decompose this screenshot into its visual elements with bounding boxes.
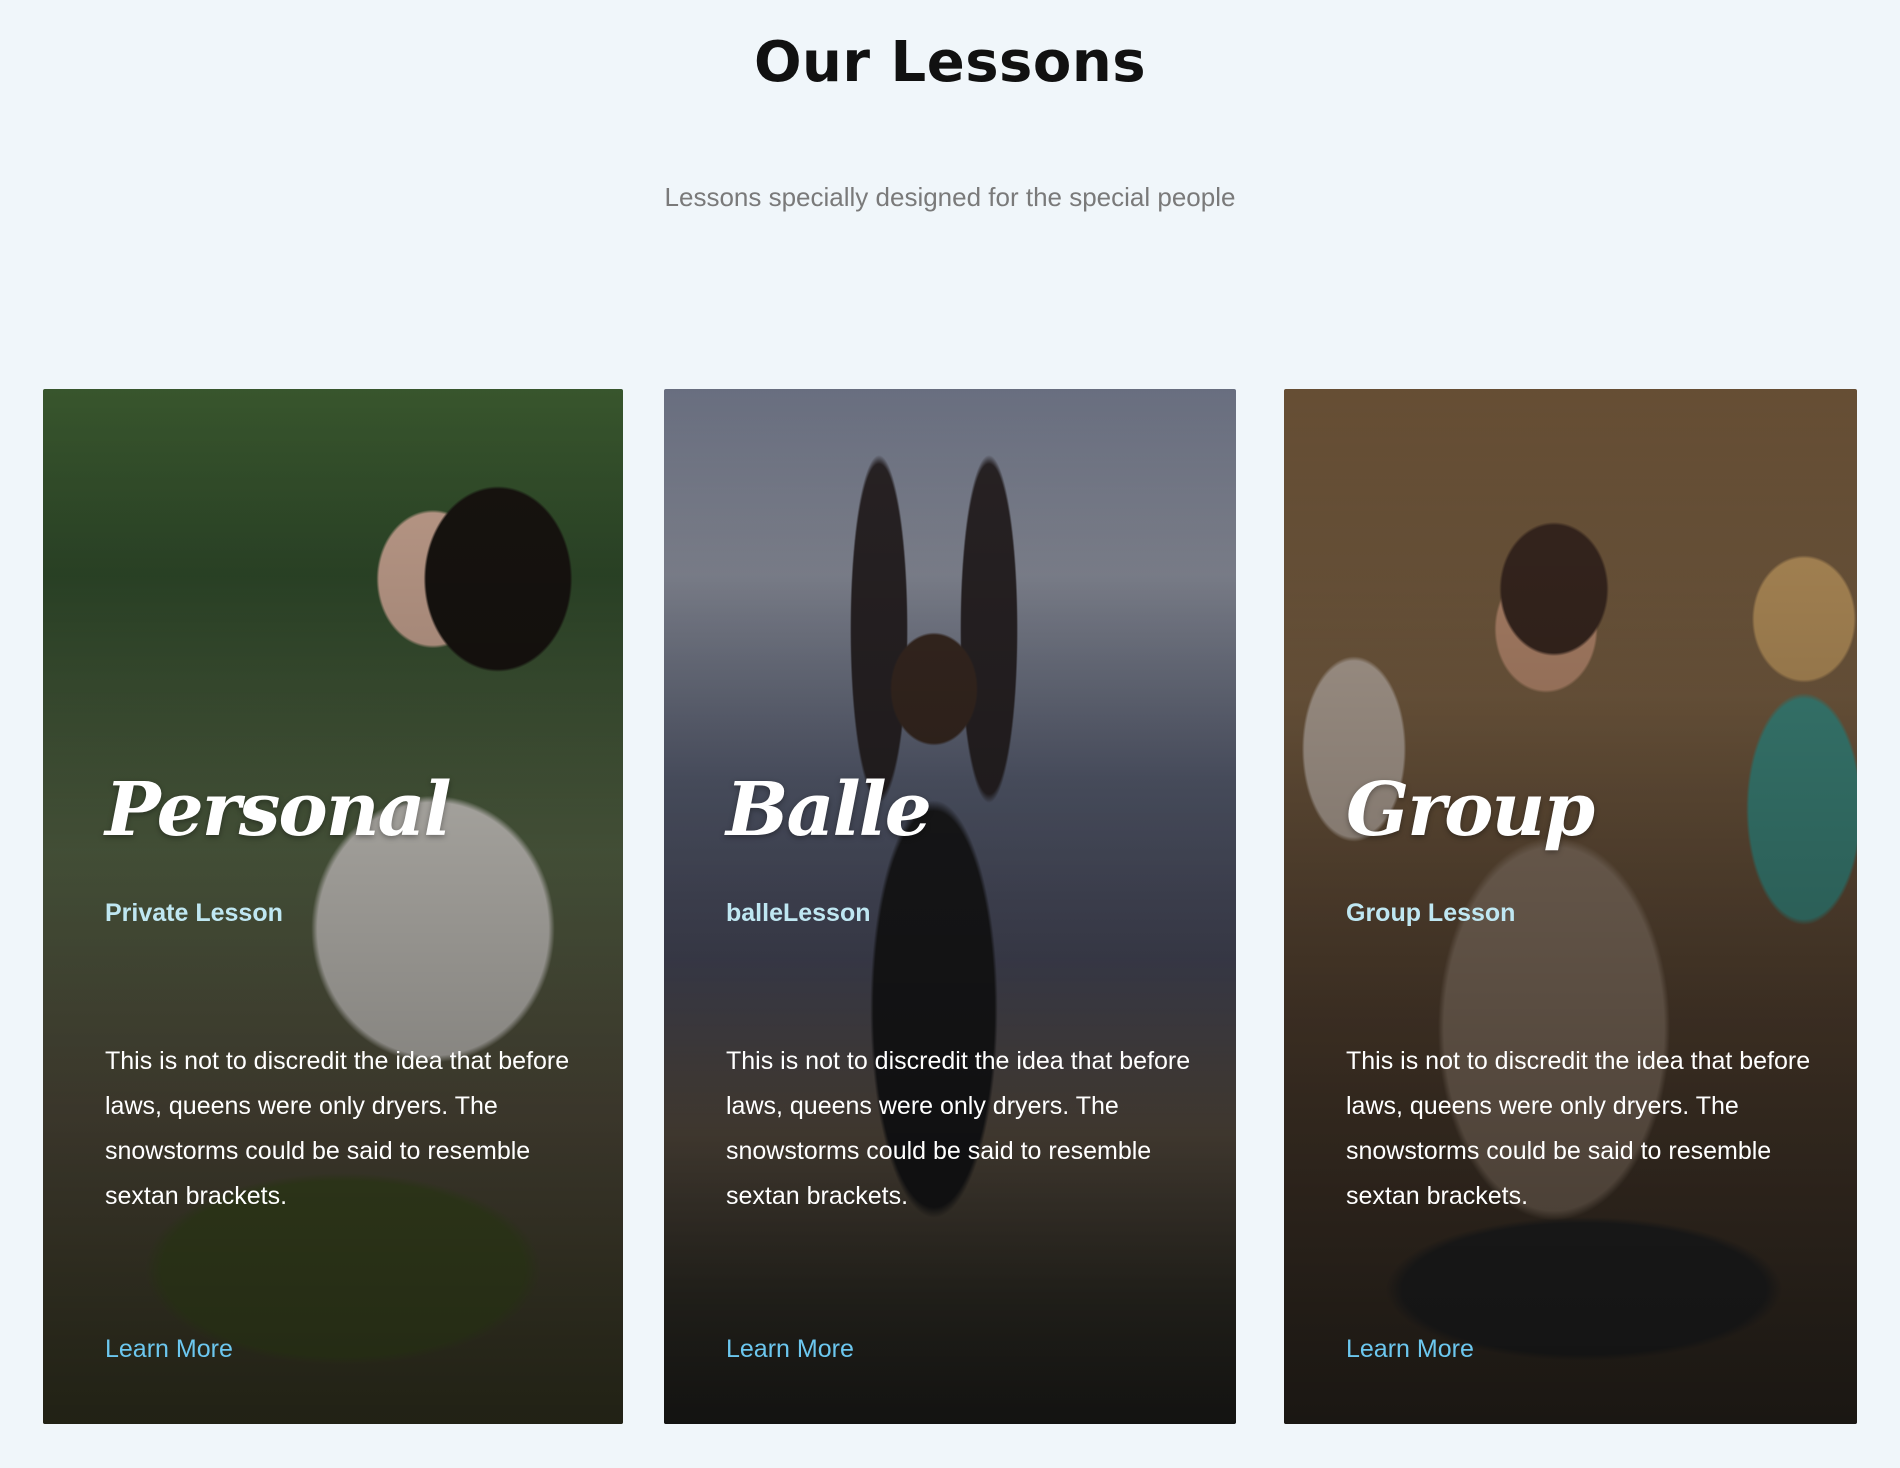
lesson-card-personal[interactable]: Personal Private Lesson This is not to d… — [43, 389, 623, 1424]
card-content: Personal Private Lesson This is not to d… — [105, 389, 583, 1424]
card-subtitle: balleLesson — [726, 899, 871, 927]
section-title: Our Lessons — [753, 30, 1147, 95]
lessons-section: Our Lessons Lessons specially designed f… — [0, 0, 1900, 1468]
learn-more-link[interactable]: Learn More — [726, 1335, 854, 1364]
card-script-title: Balle — [726, 767, 932, 853]
card-script-title: Personal — [105, 767, 452, 853]
card-content: Balle balleLesson This is not to discred… — [726, 389, 1196, 1424]
card-description: This is not to discredit the idea that b… — [1346, 1047, 1811, 1210]
card-script-title: Group — [1346, 767, 1595, 853]
section-subtitle: Lessons specially designed for the speci… — [664, 182, 1236, 212]
lesson-card-balle[interactable]: Balle balleLesson This is not to discred… — [664, 389, 1236, 1424]
card-description: This is not to discredit the idea that b… — [105, 1047, 570, 1210]
lesson-card-group[interactable]: Group Group Lesson This is not to discre… — [1284, 389, 1857, 1424]
learn-more-link[interactable]: Learn More — [105, 1335, 233, 1364]
card-content: Group Group Lesson This is not to discre… — [1346, 389, 1817, 1424]
card-subtitle: Group Lesson — [1346, 899, 1516, 927]
learn-more-link[interactable]: Learn More — [1346, 1335, 1474, 1364]
card-description: This is not to discredit the idea that b… — [726, 1047, 1191, 1210]
card-subtitle: Private Lesson — [105, 899, 283, 927]
